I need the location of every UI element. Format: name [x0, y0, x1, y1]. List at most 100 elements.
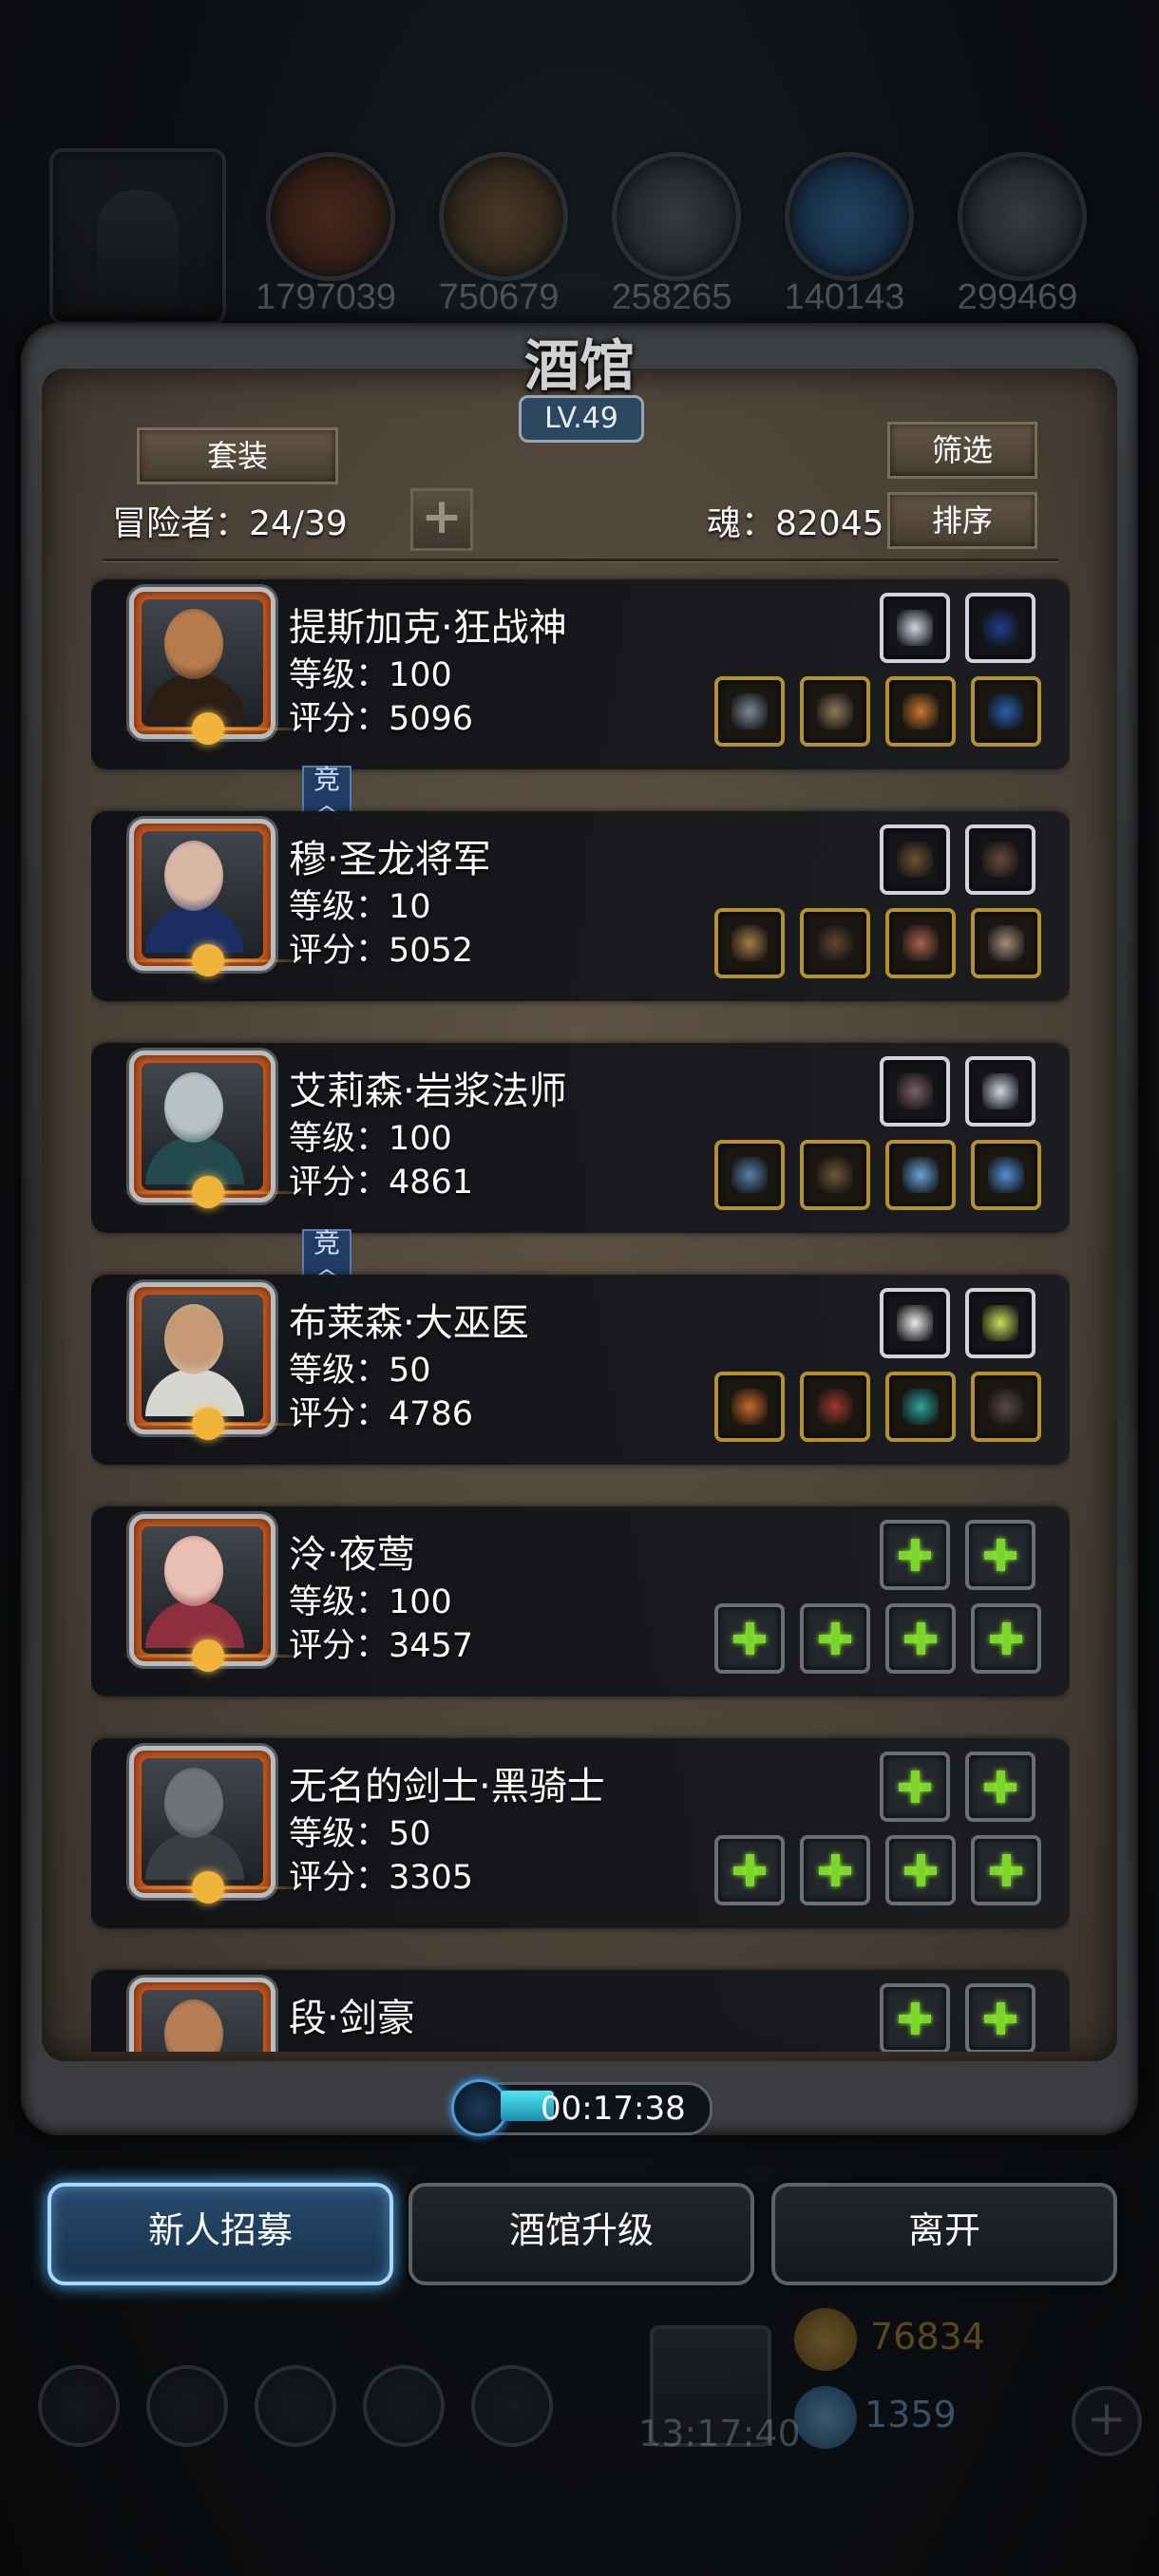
meat-amount: 1797039 [256, 277, 396, 317]
recruit-button[interactable]: 新人招募 [48, 2183, 393, 2285]
add-currency-button[interactable]: + [1072, 2386, 1142, 2456]
add-equipment-slot[interactable] [965, 1520, 1036, 1590]
hero-score: 评分：4786 [289, 1395, 474, 1433]
hero-score: 评分：3457 [289, 1627, 474, 1665]
hero-name: 布莱森·大巫医 [289, 1301, 529, 1345]
wood-amount: 750679 [438, 277, 560, 317]
accessory-equipment-slot[interactable] [880, 593, 950, 663]
hero-portrait[interactable] [129, 1978, 276, 2052]
gear-equipment-slot[interactable] [885, 1140, 956, 1210]
iron-amount: 299469 [957, 277, 1078, 317]
plus-icon [917, 1622, 925, 1655]
plus-icon [911, 1771, 920, 1803]
map-icon[interactable] [471, 2365, 553, 2447]
sort-button[interactable]: 排序 [887, 492, 1037, 549]
moon-icon [192, 712, 224, 745]
hero-card[interactable]: 艾莉森·岩浆法师等级：100 评分：4861 [91, 1043, 1070, 1233]
gift-timer: 13:17:40 [638, 2413, 801, 2454]
add-equipment-slot[interactable] [885, 1603, 956, 1674]
accessory-equipment-slot[interactable] [965, 1056, 1036, 1127]
hero-level: 等级：10 [289, 888, 431, 926]
accessory-equipment-slot[interactable] [880, 1056, 950, 1127]
gem-icon [794, 2386, 857, 2449]
plus-icon [911, 1539, 920, 1571]
gear-equipment-slot[interactable] [885, 676, 956, 747]
gear-equipment-slot[interactable] [971, 1372, 1041, 1442]
gear-equipment-slot[interactable] [714, 908, 785, 978]
equipment-icon [902, 1389, 939, 1425]
add-equipment-slot[interactable] [800, 1603, 870, 1674]
hero-card[interactable]: 布莱森·大巫医 等级：50 评分：4786 [91, 1275, 1070, 1465]
mail-icon[interactable] [363, 2365, 445, 2447]
gear-equipment-slot[interactable] [800, 1140, 870, 1210]
equipment-icon [817, 693, 853, 729]
plus-icon [746, 1854, 754, 1886]
add-equipment-slot[interactable] [885, 1835, 956, 1905]
gear-equipment-slot[interactable] [800, 676, 870, 747]
gear-equipment-slot[interactable] [714, 1140, 785, 1210]
accessory-equipment-slot[interactable] [965, 824, 1036, 895]
equipment-icon [817, 1157, 853, 1193]
add-equipment-slot[interactable] [800, 1835, 870, 1905]
add-equipment-slot[interactable] [971, 1603, 1041, 1674]
hero-score: 评分：5052 [289, 932, 474, 970]
add-equipment-slot[interactable] [880, 1983, 950, 2052]
gear-equipment-slot[interactable] [885, 908, 956, 978]
hero-card[interactable]: 段·剑豪 [91, 1970, 1070, 2052]
panel-title: 酒馆 [523, 333, 635, 398]
equipment-icon [897, 842, 933, 878]
plus-icon [997, 1771, 1005, 1803]
accessory-equipment-slot[interactable] [880, 824, 950, 895]
hero-card[interactable]: 泠·夜莺 等级：100 评分：3457 [91, 1506, 1070, 1696]
hero-name: 艾莉森·岩浆法师 [289, 1070, 567, 1113]
gear-equipment-slot[interactable] [800, 908, 870, 978]
expand-capacity-button[interactable]: + [410, 488, 473, 551]
equipment-icon [817, 925, 853, 961]
gear-equipment-slot[interactable] [714, 1372, 785, 1442]
wood-icon [439, 152, 568, 281]
settings-icon[interactable] [38, 2365, 120, 2447]
accessory-equipment-slot[interactable] [965, 593, 1036, 663]
add-equipment-slot[interactable] [880, 1520, 950, 1590]
hero-score: 评分：3305 [289, 1859, 474, 1897]
gear-equipment-slot[interactable] [885, 1372, 956, 1442]
player-avatar[interactable] [49, 148, 226, 325]
add-equipment-slot[interactable] [714, 1603, 785, 1674]
equipment-icon [982, 842, 1018, 878]
hero-score: 评分：4861 [289, 1164, 474, 1202]
filter-button[interactable]: 筛选 [887, 422, 1037, 479]
hero-card[interactable]: 穆·圣龙将军 等级：10 评分：5052 [91, 811, 1070, 1001]
quest-icon[interactable] [146, 2365, 228, 2447]
equipment-icon [988, 1157, 1024, 1193]
gear-equipment-slot[interactable] [714, 676, 785, 747]
guild-icon[interactable] [255, 2365, 336, 2447]
hero-list[interactable]: 提斯加克·狂战神 等级：100 评分：5096 竞 ︿ 穆·圣龙将军 等级：10 评分：50… [91, 570, 1070, 2052]
add-equipment-slot[interactable] [965, 1983, 1036, 2052]
equipment-icon [982, 1073, 1018, 1109]
set-button[interactable]: 套装 [137, 427, 338, 484]
gear-equipment-slot[interactable] [800, 1372, 870, 1442]
hero-level: 等级：100 [289, 1120, 452, 1158]
gear-equipment-slot[interactable] [971, 676, 1041, 747]
moon-icon [192, 1176, 224, 1208]
upgrade-tavern-button[interactable]: 酒馆升级 [408, 2183, 754, 2285]
add-equipment-slot[interactable] [971, 1835, 1041, 1905]
moon-icon [192, 944, 224, 976]
hero-card[interactable]: 无名的剑士·黑骑士 等级：50 评分：3305 [91, 1738, 1070, 1928]
plus-icon [831, 1854, 840, 1886]
plus-icon [911, 2002, 920, 2035]
hero-name: 提斯加克·狂战神 [289, 606, 567, 650]
adventurer-count: 冒险者：24/39 [112, 504, 348, 543]
accessory-equipment-slot[interactable] [965, 1288, 1036, 1358]
hero-name: 泠·夜莺 [289, 1533, 415, 1577]
equipment-icon [988, 1389, 1024, 1425]
add-equipment-slot[interactable] [965, 1752, 1036, 1822]
leave-button[interactable]: 离开 [771, 2183, 1117, 2285]
hero-card[interactable]: 提斯加克·狂战神 等级：100 评分：5096 [91, 579, 1070, 769]
gear-equipment-slot[interactable] [971, 1140, 1041, 1210]
accessory-equipment-slot[interactable] [880, 1288, 950, 1358]
gear-equipment-slot[interactable] [971, 908, 1041, 978]
add-equipment-slot[interactable] [880, 1752, 950, 1822]
tavern-level-badge: LV.49 [519, 395, 644, 443]
add-equipment-slot[interactable] [714, 1835, 785, 1905]
